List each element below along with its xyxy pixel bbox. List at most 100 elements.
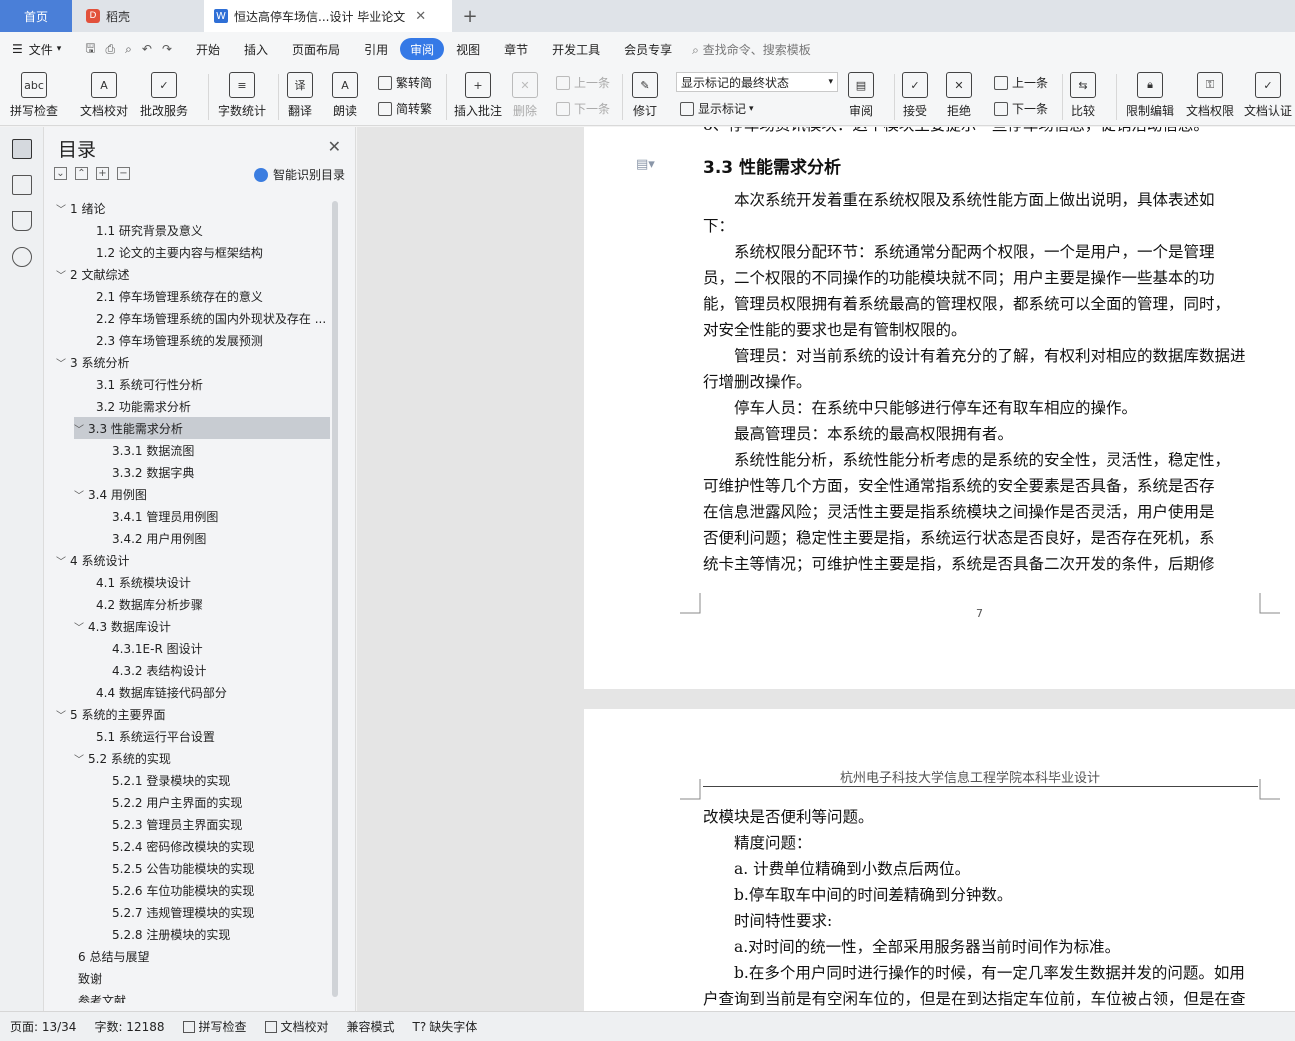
toc-item[interactable]: 5.2.6 车位功能模块的实现 <box>90 879 254 901</box>
toc-item[interactable]: ﹀ 3.3 性能需求分析 <box>74 417 330 439</box>
chevron-down-icon[interactable]: ﹀ <box>74 751 88 766</box>
document-canvas[interactable]: 8、停车场资讯模块：这个模块主要提示一些停车场信息，促销活动信息。 ▤▾ 3.3… <box>357 127 1295 1011</box>
compare-button[interactable]: ⇆ 比较 <box>1070 72 1096 122</box>
toc-item[interactable]: 3.1 系统可行性分析 <box>74 373 203 395</box>
word-count-button[interactable]: ≡ 字数统计 <box>218 72 266 122</box>
track-changes-button[interactable]: ✎ 修订 <box>632 72 658 122</box>
doc-auth-button[interactable]: ✓ 文档认证 <box>1244 72 1292 122</box>
next-comment-button[interactable]: 下一条 <box>556 100 610 117</box>
toc-item[interactable]: 5.2.2 用户主界面的实现 <box>90 791 242 813</box>
missing-font-status[interactable]: T? 缺失字体 <box>413 1018 478 1035</box>
toc-item[interactable]: ﹀ 2 文献综述 <box>56 263 129 285</box>
review-pane-button[interactable]: ▤ 审阅 <box>848 72 874 122</box>
tab-daoke[interactable]: D 稻壳 <box>72 0 202 32</box>
prev-comment-button[interactable]: 上一条 <box>556 74 610 91</box>
menu-tab-start[interactable]: 开始 <box>184 38 232 60</box>
toc-item[interactable]: 3.4.2 用户用例图 <box>90 527 206 549</box>
menu-tab-view[interactable]: 视图 <box>444 38 492 60</box>
prev-change-button[interactable]: 上一条 <box>994 74 1048 91</box>
review-service-button[interactable]: ✓ 批改服务 <box>140 72 188 122</box>
search-icon[interactable] <box>12 247 32 267</box>
toc-item[interactable]: ﹀ 5.2 系统的实现 <box>74 747 171 769</box>
compat-mode-status[interactable]: 兼容模式 <box>347 1018 395 1035</box>
toc-item[interactable]: ﹀ 5 系统的主要界面 <box>56 703 165 725</box>
toc-item[interactable]: 致谢 <box>56 967 102 989</box>
toc-item[interactable]: ﹀ 3 系统分析 <box>56 351 129 373</box>
toc-item[interactable]: 2.3 停车场管理系统的发展预测 <box>74 329 263 351</box>
menu-tab-developer[interactable]: 开发工具 <box>540 38 612 60</box>
menu-tab-member[interactable]: 会员专享 <box>612 38 684 60</box>
tab-document[interactable]: W 恒达高停车场信...设计 毕业论文 ✕ <box>204 0 452 32</box>
menu-tab-chapter[interactable]: 章节 <box>492 38 540 60</box>
toc-item[interactable]: 参考文献 <box>56 989 126 1004</box>
toc-item[interactable]: ﹀ 4 系统设计 <box>56 549 129 571</box>
toc-scrollbar[interactable] <box>332 201 338 997</box>
collapse-all-icon[interactable]: ⌃ <box>75 167 88 180</box>
markup-view-select[interactable]: 显示标记的最终状态 ▾ <box>676 72 838 92</box>
menu-tab-insert[interactable]: 插入 <box>232 38 280 60</box>
menu-tab-layout[interactable]: 页面布局 <box>280 38 352 60</box>
toc-item[interactable]: 3.2 功能需求分析 <box>74 395 191 417</box>
next-change-button[interactable]: 下一条 <box>994 100 1048 117</box>
paragraph-options-icon[interactable]: ▤▾ <box>636 157 655 172</box>
chevron-down-icon[interactable]: ﹀ <box>74 487 88 502</box>
word-count-indicator[interactable]: 字数: 12188 <box>94 1018 164 1035</box>
tab-home[interactable]: 首页 <box>0 0 72 32</box>
delete-comment-button[interactable]: ✕ 删除 <box>512 72 538 122</box>
toc-item[interactable]: 5.2.3 管理员主界面实现 <box>90 813 242 835</box>
nav-pane-icon[interactable] <box>12 175 32 195</box>
toc-item[interactable]: 3.3.1 数据流图 <box>90 439 194 461</box>
toc-item[interactable]: 4.1 系统模块设计 <box>74 571 191 593</box>
print-preview-icon[interactable]: ⌕ <box>125 42 132 57</box>
chevron-down-icon[interactable]: ﹀ <box>56 267 70 282</box>
chevron-down-icon[interactable]: ﹀ <box>56 553 70 568</box>
save-icon[interactable]: 🖫 <box>85 39 95 60</box>
toc-panel-icon[interactable] <box>12 139 32 159</box>
show-markup-button[interactable]: 显示标记 ▾ <box>680 100 754 117</box>
toc-item[interactable]: 6 总结与展望 <box>56 945 149 967</box>
doc-permission-button[interactable]: ⚿ 文档权限 <box>1186 72 1234 122</box>
toc-item[interactable]: 4.3.2 表结构设计 <box>90 659 206 681</box>
reject-button[interactable]: ✕ 拒绝 <box>946 72 972 122</box>
toc-item[interactable]: ﹀ 4.3 数据库设计 <box>74 615 171 637</box>
menu-tab-references[interactable]: 引用 <box>352 38 400 60</box>
close-icon[interactable]: ✕ <box>328 137 341 156</box>
toc-item[interactable]: ﹀ 1 绪论 <box>56 197 105 219</box>
toc-item[interactable]: 1.1 研究背景及意义 <box>74 219 203 241</box>
toc-item[interactable]: ﹀ 3.4 用例图 <box>74 483 147 505</box>
file-menu[interactable]: ☰ 文件 ▾ <box>0 38 73 60</box>
toc-item[interactable]: 4.4 数据库链接代码部分 <box>74 681 227 703</box>
toc-item[interactable]: 3.3.2 数据字典 <box>90 461 194 483</box>
chevron-down-icon[interactable]: ﹀ <box>56 201 70 216</box>
print-icon[interactable]: ⎙ <box>106 42 116 57</box>
chevron-down-icon[interactable]: ﹀ <box>74 619 88 634</box>
smart-toc-button[interactable]: 智能识别目录 <box>253 166 345 183</box>
chevron-down-icon[interactable]: ﹀ <box>56 355 70 370</box>
insert-comment-button[interactable]: + 插入批注 <box>454 72 502 122</box>
page[interactable]: 杭州电子科技大学信息工程学院本科毕业设计 改模块是否便利等问题。 精度问题： a… <box>584 709 1295 1011</box>
chevron-down-icon[interactable]: ﹀ <box>56 707 70 722</box>
toc-item[interactable]: 5.2.1 登录模块的实现 <box>90 769 230 791</box>
translate-button[interactable]: 译翻译 <box>287 72 313 122</box>
spell-check-status[interactable]: 拼写检查 <box>182 1018 247 1035</box>
toc-item[interactable]: 5.2.8 注册模块的实现 <box>90 923 230 945</box>
toc-item[interactable]: 2.2 停车场管理系统的国内外现状及存在 ... <box>74 307 326 329</box>
remove-heading-icon[interactable]: − <box>117 167 130 180</box>
bookmark-icon[interactable] <box>12 211 32 231</box>
doc-check-status[interactable]: 文档校对 <box>264 1018 329 1035</box>
page-indicator[interactable]: 页面: 13/34 <box>10 1018 76 1035</box>
spell-check-button[interactable]: abc 拼写检查 <box>10 72 58 122</box>
command-search[interactable]: ⌕ 查找命令、搜索模板 <box>692 41 811 58</box>
toc-item[interactable]: 5.1 系统运行平台设置 <box>74 725 215 747</box>
page[interactable]: 8、停车场资讯模块：这个模块主要提示一些停车场信息，促销活动信息。 ▤▾ 3.3… <box>584 127 1295 689</box>
toc-item[interactable]: 5.2.4 密码修改模块的实现 <box>90 835 254 857</box>
close-tab-icon[interactable]: ✕ <box>415 9 426 24</box>
toc-item[interactable]: 2.1 停车场管理系统存在的意义 <box>74 285 263 307</box>
expand-all-icon[interactable]: ⌄ <box>54 167 67 180</box>
undo-icon[interactable]: ↶ <box>142 42 152 56</box>
toc-item[interactable]: 3.4.1 管理员用例图 <box>90 505 218 527</box>
new-tab-button[interactable]: + <box>456 0 484 32</box>
toc-item[interactable]: 4.3.1E-R 图设计 <box>90 637 203 659</box>
doc-check-button[interactable]: A 文档校对 <box>80 72 128 122</box>
chevron-down-icon[interactable]: ﹀ <box>74 421 88 436</box>
